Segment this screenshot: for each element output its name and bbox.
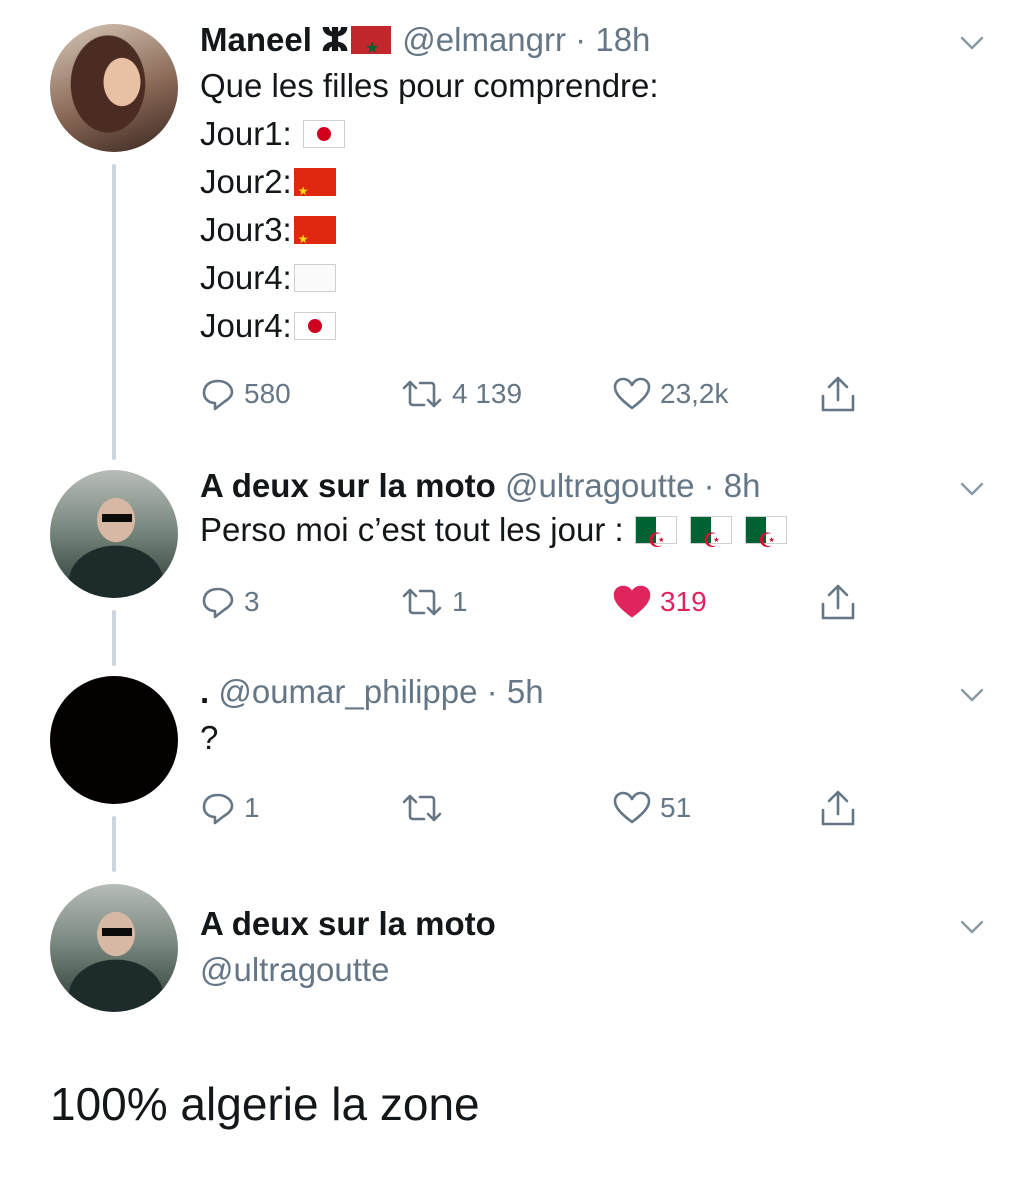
separator: · [703, 467, 715, 504]
share-button[interactable] [818, 374, 858, 414]
like-button[interactable]: 319 [612, 582, 707, 622]
reply-count: 3 [244, 586, 260, 617]
chevron-down-icon[interactable] [959, 476, 985, 502]
separator: · [575, 21, 587, 58]
chevron-down-icon[interactable] [959, 682, 985, 708]
tweet-text: Que les filles pour comprendre: Jour1: J… [200, 62, 991, 350]
reply-icon [202, 793, 234, 825]
sunglasses [102, 514, 132, 522]
like-button[interactable]: 51 [612, 788, 691, 828]
retweet-icon [402, 794, 442, 822]
thread-line [112, 816, 116, 872]
like-count: 51 [660, 792, 692, 823]
china-flag-icon [293, 167, 336, 215]
like-icon [613, 585, 651, 618]
avatar[interactable] [50, 676, 178, 804]
share-icon [821, 584, 855, 620]
author-handle[interactable]: @ultragoutte [200, 950, 991, 990]
algeria-flag-icon [690, 516, 733, 565]
tweet-text-line: Que les filles pour comprendre: [200, 67, 659, 104]
main-tweet-text: 100% algerie la zone [50, 1078, 480, 1130]
timestamp[interactable]: 5h [507, 673, 544, 710]
tweet-thread: Maneel ⵣ @elmangrr · 18h Que les filles … [0, 0, 1031, 1200]
avatar[interactable] [50, 884, 178, 1012]
tweet-text-line: Jour4: [200, 254, 991, 302]
tweet-text-line: Jour4: [200, 302, 991, 350]
retweet-count: 4 139 [452, 378, 523, 409]
avatar[interactable] [50, 24, 178, 152]
share-icon [821, 790, 855, 826]
tweet-text-line: Jour1: [200, 110, 991, 158]
separator: · [486, 673, 498, 710]
reply-count: 1 [244, 792, 260, 823]
china-flag-icon [293, 215, 336, 263]
retweet-button[interactable] [400, 788, 452, 828]
reply-icon [202, 587, 234, 619]
avatar[interactable] [50, 470, 178, 598]
tweet-header: Maneel ⵣ @elmangrr · 18h [200, 20, 991, 69]
share-button[interactable] [818, 788, 858, 828]
tweet-text: ? [200, 714, 991, 762]
retweet-button[interactable]: 4 139 [400, 374, 522, 414]
author-handle[interactable]: @elmangrr [402, 21, 566, 58]
like-count: 319 [660, 586, 707, 617]
reply-button[interactable]: 580 [200, 374, 291, 414]
tweet-text-line: ? [200, 719, 219, 756]
retweet-icon [402, 588, 442, 616]
reply-icon [202, 379, 234, 411]
japan-flag-icon [302, 120, 345, 148]
tweet-actions: 580 4 139 23,2k [200, 374, 880, 414]
retweet-count: 1 [452, 586, 468, 617]
reply-button[interactable]: 3 [200, 582, 260, 622]
share-button[interactable] [818, 582, 858, 622]
thread-line [112, 164, 116, 460]
japan-flag-icon [293, 312, 336, 340]
tweet-text-line: Jour2: [200, 158, 991, 215]
reply-count: 580 [244, 378, 291, 409]
chevron-down-icon[interactable] [959, 914, 985, 940]
thread-line [112, 610, 116, 666]
algeria-flag-icon [634, 516, 677, 565]
tweet-text-line: Jour3: [200, 206, 991, 263]
tweet-text-line: Perso moi c’est tout les jour : [200, 506, 991, 565]
timestamp[interactable]: 18h [595, 21, 650, 58]
author-name[interactable]: . [200, 673, 209, 710]
share-icon [821, 376, 855, 412]
tweet-text: Perso moi c’est tout les jour : [200, 506, 991, 565]
sunglasses [102, 928, 132, 936]
tweet-actions: 3 1 319 [200, 582, 880, 622]
tweet-header: A deux sur la moto @ultragoutte · 8h [200, 466, 991, 506]
author-handle[interactable]: @oumar_philippe [218, 673, 477, 710]
like-button[interactable]: 23,2k [612, 374, 729, 414]
like-icon [613, 791, 651, 824]
author-name[interactable]: Maneel [200, 21, 312, 58]
timestamp[interactable]: 8h [724, 467, 761, 504]
morocco-flag-icon [351, 26, 392, 69]
tweet-actions: 1 51 [200, 788, 880, 828]
author-name-suffix: ⵣ [321, 21, 350, 58]
like-icon [613, 377, 651, 410]
reply-button[interactable]: 1 [200, 788, 260, 828]
white-flag-icon [293, 264, 336, 292]
chevron-down-icon[interactable] [959, 30, 985, 56]
like-count: 23,2k [660, 378, 729, 409]
tweet-header: . @oumar_philippe · 5h [200, 672, 991, 712]
author-handle[interactable]: @ultragoutte [505, 467, 694, 504]
author-name[interactable]: A deux sur la moto [200, 904, 991, 944]
algeria-flag-icon [745, 516, 788, 565]
retweet-button[interactable]: 1 [400, 582, 468, 622]
author-name[interactable]: A deux sur la moto [200, 467, 496, 504]
retweet-icon [402, 380, 442, 408]
